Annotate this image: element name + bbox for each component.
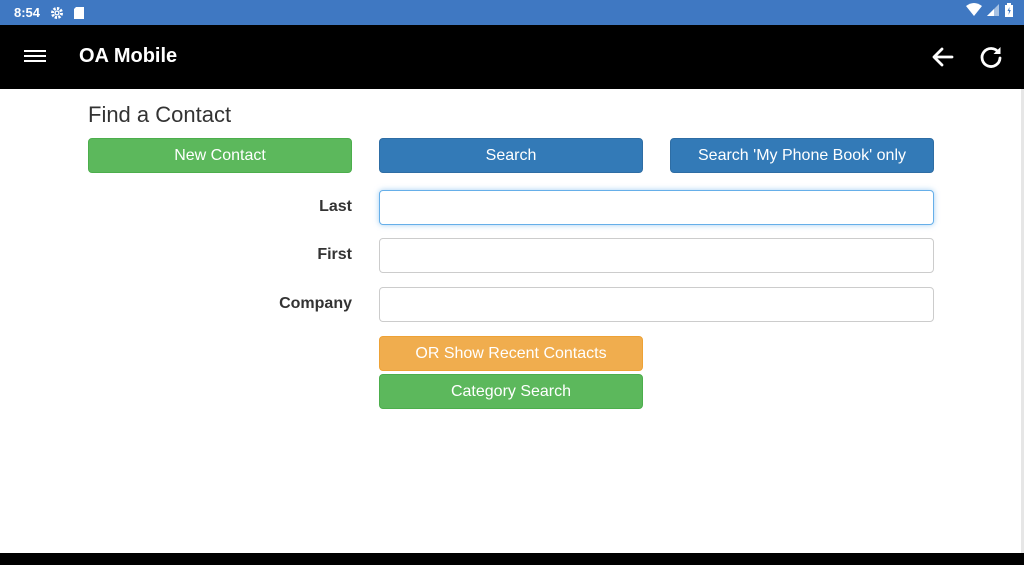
category-search-button[interactable]: Category Search	[379, 374, 643, 409]
menu-icon[interactable]	[24, 47, 46, 67]
search-phone-book-button[interactable]: Search 'My Phone Book' only	[670, 138, 934, 173]
main-content: Find a Contact New Contact Search Search…	[0, 89, 1024, 553]
app-bar: OA Mobile	[0, 25, 1024, 89]
app-title: OA Mobile	[79, 45, 178, 67]
wifi-icon	[966, 3, 982, 22]
last-label: Last	[319, 198, 352, 215]
status-right-icons	[966, 3, 1014, 22]
gear-icon	[50, 6, 64, 20]
sd-card-icon	[72, 6, 86, 20]
status-bar: 8:54	[0, 0, 1024, 25]
status-time: 8:54	[14, 5, 41, 20]
last-name-input[interactable]	[379, 190, 934, 225]
signal-icon	[986, 3, 1000, 22]
bottom-bar	[0, 553, 1024, 565]
back-arrow-icon[interactable]	[930, 44, 956, 70]
new-contact-button[interactable]: New Contact	[88, 138, 352, 173]
company-input[interactable]	[379, 287, 934, 322]
company-label: Company	[279, 295, 352, 312]
refresh-icon[interactable]	[978, 44, 1004, 70]
first-name-input[interactable]	[379, 238, 934, 273]
first-label: First	[317, 246, 352, 263]
battery-icon	[1004, 3, 1014, 22]
page-title: Find a Contact	[88, 102, 232, 127]
recent-contacts-button[interactable]: OR Show Recent Contacts	[379, 336, 643, 371]
search-button[interactable]: Search	[379, 138, 643, 173]
